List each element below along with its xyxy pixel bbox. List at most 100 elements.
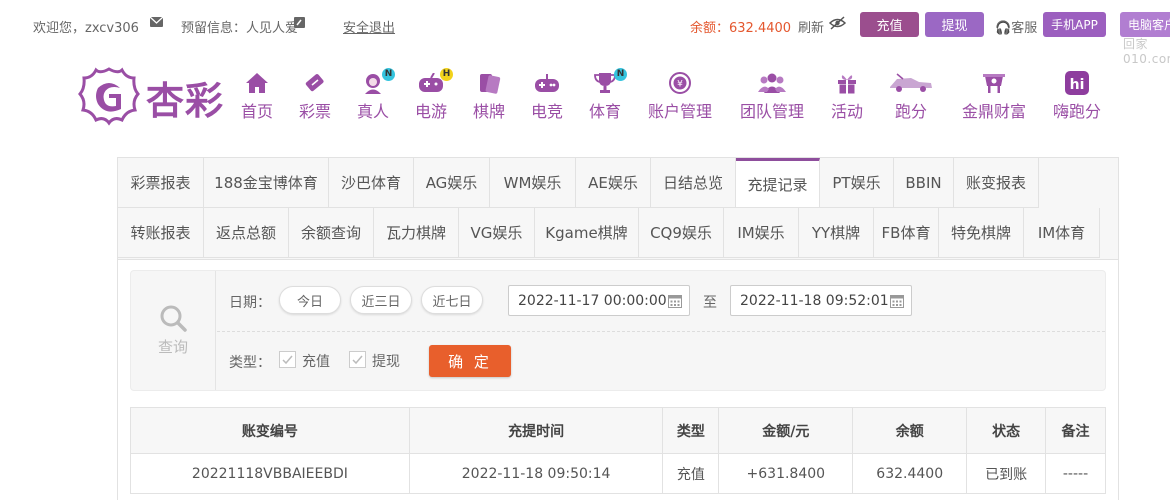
new-badge: N	[382, 68, 395, 81]
tab-fb-sports[interactable]: FB体育	[874, 208, 939, 258]
tab-balance-change-report[interactable]: 账变报表	[954, 158, 1039, 208]
tab-rebate-total[interactable]: 返点总额	[204, 208, 289, 258]
col-header-balance: 余额	[852, 407, 968, 454]
col-header-type: 类型	[662, 407, 720, 454]
calendar-icon[interactable]	[890, 294, 904, 308]
treasure-icon	[960, 70, 1028, 96]
cards-icon	[470, 70, 508, 96]
site-logo[interactable]: 杏彩	[78, 66, 228, 126]
query-side: 查询	[131, 271, 216, 390]
nav-esports[interactable]: 电竞	[528, 70, 566, 122]
trophy-icon: N	[586, 68, 627, 96]
date-label: 日期：	[229, 295, 271, 311]
cell-time: 2022-11-18 09:50:14	[408, 453, 664, 494]
nav-slots[interactable]: H 电游	[412, 68, 453, 122]
end-date-input[interactable]: 2022-11-18 09:52:01	[730, 285, 912, 316]
logo-emblem-icon	[78, 67, 140, 126]
date-range-to: 至	[703, 295, 717, 311]
preset-today-button[interactable]: 今日	[279, 286, 341, 314]
tab-cq9[interactable]: CQ9娱乐	[639, 208, 724, 258]
customer-service-link[interactable]: 🎧客服	[995, 17, 1037, 36]
top-bar: 欢迎您，zxcv306 预留信息：人见人爱 安全退出 余额：632.4400 刷…	[0, 0, 1170, 66]
nav-home[interactable]: 首页	[238, 70, 276, 122]
cell-type: 充值	[662, 453, 720, 494]
refresh-link[interactable]: 刷新	[798, 17, 824, 36]
tab-wm[interactable]: WM娱乐	[490, 158, 576, 208]
recharge-checkbox-label: 充值	[302, 354, 330, 370]
cell-amount: +631.8400	[718, 453, 854, 494]
col-header-id: 账变编号	[130, 407, 410, 454]
account-icon: ¥	[646, 70, 714, 96]
nav-treasure[interactable]: 金鼎财富	[960, 70, 1028, 122]
tab-wali-chess[interactable]: 瓦力棋牌	[374, 208, 459, 258]
tab-temian-chess[interactable]: 特免棋牌	[939, 208, 1024, 258]
tab-lottery-report[interactable]: 彩票报表	[118, 158, 204, 208]
table-row: 20221118VBBAIEEBDI 2022-11-18 09:50:14 充…	[130, 453, 1106, 494]
query-panel: 查询 日期： 今日 近三日 近七日 2022-11-17 00:00:00 至 …	[130, 270, 1106, 391]
col-header-remark: 备注	[1045, 407, 1106, 454]
recharge-checkbox[interactable]	[279, 351, 296, 368]
tab-ag[interactable]: AG娱乐	[414, 158, 490, 208]
recharge-button[interactable]: 充值	[860, 12, 919, 37]
controller-icon	[528, 70, 566, 96]
tab-im-entertainment[interactable]: IM娱乐	[724, 208, 799, 258]
check-icon	[352, 355, 363, 365]
edit-icon[interactable]	[294, 17, 305, 28]
dealer-icon: N	[354, 68, 395, 96]
nav-team[interactable]: 团队管理	[738, 70, 806, 122]
tab-bbin[interactable]: BBIN	[894, 158, 954, 208]
confirm-button[interactable]: 确 定	[429, 345, 511, 377]
tab-deposit-withdraw-records[interactable]: 充提记录	[736, 158, 820, 208]
col-header-status: 状态	[966, 407, 1047, 454]
logout-link[interactable]: 安全退出	[343, 17, 395, 36]
withdraw-checkbox-label: 提现	[372, 354, 400, 370]
nav-sports[interactable]: N 体育	[586, 68, 627, 122]
pc-client-button[interactable]: 电脑客户	[1120, 12, 1170, 37]
query-divider	[217, 331, 1105, 332]
tab-daily-overview[interactable]: 日结总览	[651, 158, 736, 208]
query-side-label: 查询	[157, 338, 188, 356]
gift-icon	[828, 70, 866, 96]
col-header-time: 充提时间	[408, 407, 664, 454]
nav-run-score[interactable]: 跑分	[888, 70, 934, 122]
tab-188-sports[interactable]: 188金宝博体育	[204, 158, 329, 208]
calendar-icon[interactable]	[668, 294, 682, 308]
tab-saba-sports[interactable]: 沙巴体育	[329, 158, 414, 208]
gamepad-icon: H	[412, 68, 453, 96]
mail-icon[interactable]	[149, 16, 164, 27]
tab-vg[interactable]: VG娱乐	[459, 208, 535, 258]
car-icon	[888, 70, 934, 96]
tab-kgame-chess[interactable]: Kgame棋牌	[535, 208, 639, 258]
cell-id: 20221118VBBAIEEBDI	[130, 453, 410, 494]
tab-yy-chess[interactable]: YY棋牌	[799, 208, 874, 258]
new-badge: N	[614, 68, 627, 81]
lottery-ticket-icon	[296, 70, 334, 96]
type-label: 类型：	[229, 355, 271, 371]
cell-status: 已到账	[966, 453, 1047, 494]
tab-balance-query[interactable]: 余额查询	[289, 208, 374, 258]
tab-transfer-report[interactable]: 转账报表	[118, 208, 204, 258]
team-icon	[738, 70, 806, 96]
withdraw-checkbox[interactable]	[349, 351, 366, 368]
start-date-input[interactable]: 2022-11-17 00:00:00	[508, 285, 690, 316]
table-header-row: 账变编号 充提时间 类型 金额/元 余额 状态 备注	[130, 407, 1106, 454]
search-icon	[160, 305, 187, 332]
nav-chess[interactable]: 棋牌	[470, 70, 508, 122]
nav-account[interactable]: ¥ 账户管理	[646, 70, 714, 122]
tab-im-sports[interactable]: IM体育	[1024, 208, 1100, 258]
nav-activity[interactable]: 活动	[828, 70, 866, 122]
preset-3days-button[interactable]: 近三日	[350, 286, 412, 314]
mobile-app-button[interactable]: 手机APP	[1043, 12, 1106, 37]
withdraw-button[interactable]: 提现	[925, 12, 984, 37]
tab-ae[interactable]: AE娱乐	[576, 158, 651, 208]
hot-badge: H	[440, 68, 453, 81]
watermark: 回家010.com	[1123, 37, 1170, 66]
nav-hi-score[interactable]: hi 嗨跑分	[1050, 70, 1104, 122]
nav-lottery[interactable]: 彩票	[296, 70, 334, 122]
hide-balance-icon[interactable]	[828, 16, 847, 34]
check-icon	[282, 355, 293, 365]
preset-7days-button[interactable]: 近七日	[421, 286, 483, 314]
tab-pt[interactable]: PT娱乐	[820, 158, 894, 208]
logo-text: 杏彩	[146, 78, 225, 123]
nav-live[interactable]: N 真人	[354, 68, 395, 122]
